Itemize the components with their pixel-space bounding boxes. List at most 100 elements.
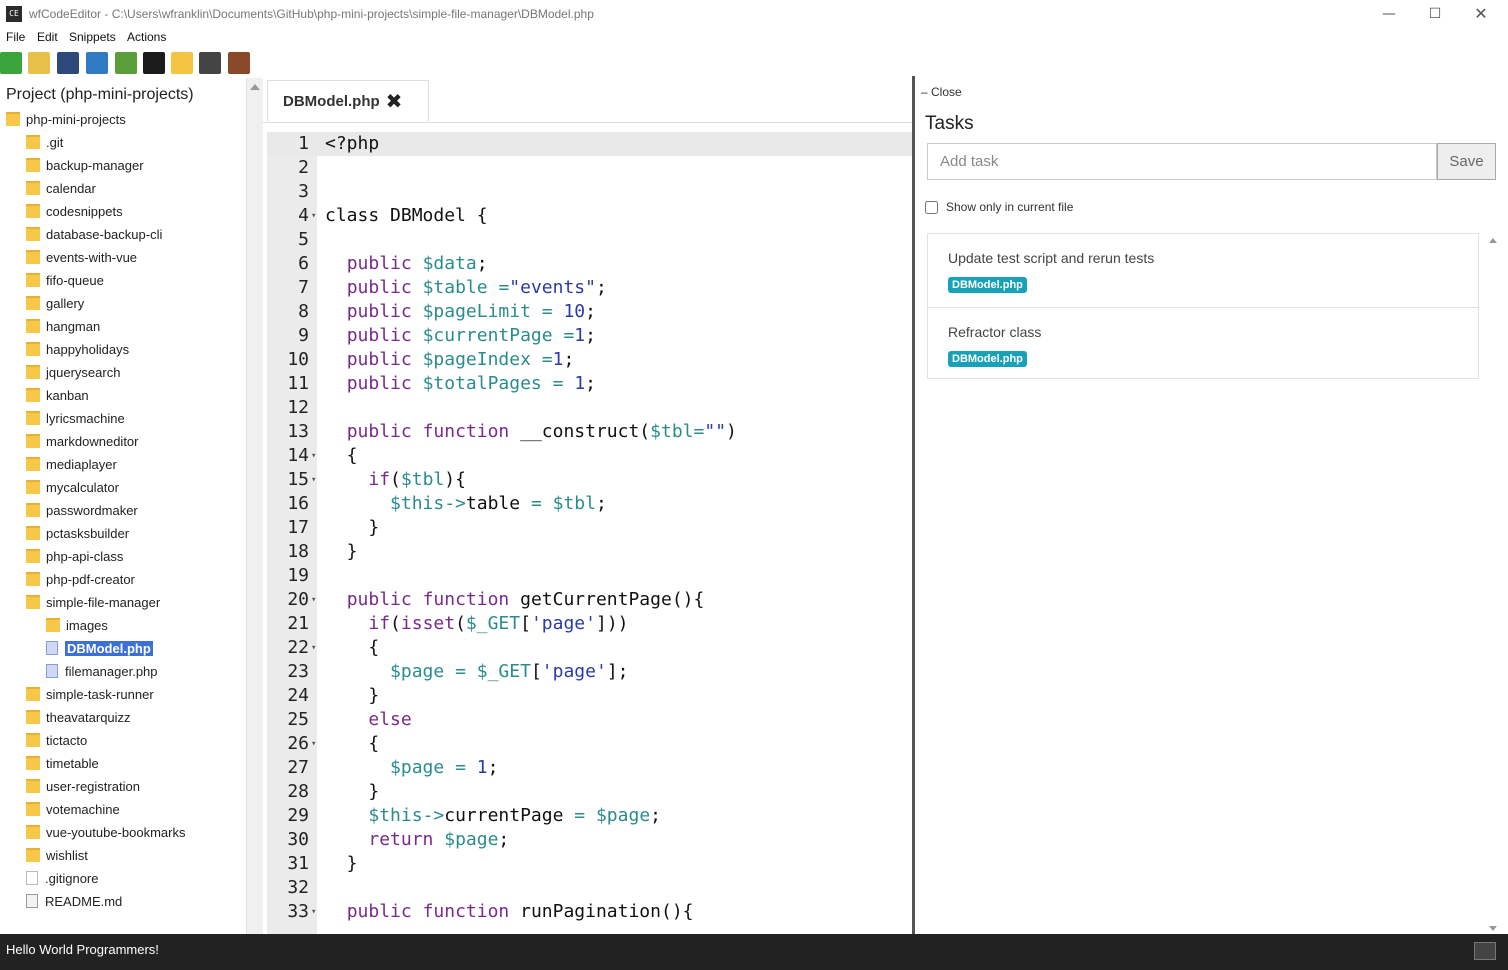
code-line[interactable]: 12 [267,396,913,420]
code-line[interactable]: 30 return $page; [267,828,913,852]
tree-folder[interactable]: .git [26,132,63,152]
fold-arrow-icon[interactable]: ▾ [311,732,316,756]
tree-folder[interactable]: jquerysearch [26,362,120,382]
code-line[interactable]: 25 else [267,708,913,732]
code-line[interactable]: 4 ▾ class DBModel { [267,204,913,228]
menu-file[interactable]: File [6,30,25,44]
tree-folder[interactable]: votemachine [26,799,120,819]
tree-folder[interactable]: simple-task-runner [26,684,154,704]
tree-folder[interactable]: hangman [26,316,100,336]
tree-folder[interactable]: php-mini-projects [6,109,126,129]
code-line[interactable]: 23 $page = $_GET['page']; [267,660,913,684]
code-line[interactable]: 13 public function __construct($tbl="") [267,420,913,444]
tree-folder[interactable]: fifo-queue [26,270,104,290]
tree-folder[interactable]: vue-youtube-bookmarks [26,822,185,842]
close-window-button[interactable]: ✕ [1458,0,1504,28]
fold-arrow-icon[interactable]: ▾ [311,588,316,612]
tree-file[interactable]: README.md [26,891,122,911]
maximize-button[interactable]: ☐ [1412,0,1458,28]
terminal-icon[interactable] [143,52,165,74]
code-line[interactable]: 24 } [267,684,913,708]
tree-folder[interactable]: calendar [26,178,96,198]
tree-folder[interactable]: database-backup-cli [26,224,162,244]
fold-arrow-icon[interactable]: ▾ [311,204,316,228]
code-line[interactable]: 17 } [267,516,913,540]
code-line[interactable]: 11 public $totalPages = 1; [267,372,913,396]
code-line[interactable]: 29 $this->currentPage = $page; [267,804,913,828]
tree-folder[interactable]: events-with-vue [26,247,137,267]
save-icon[interactable] [57,52,79,74]
code-line[interactable]: 19 [267,564,913,588]
show-only-current-checkbox[interactable] [925,201,938,214]
books-icon[interactable] [228,52,250,74]
code-line[interactable]: 22 ▾ { [267,636,913,660]
tree-folder[interactable]: gallery [26,293,84,313]
scroll-up-icon[interactable] [250,84,260,90]
code-line[interactable]: 32 [267,876,913,900]
tree-folder[interactable]: tictacto [26,730,87,750]
code-line[interactable]: 33 ▾ public function runPagination(){ [267,900,913,924]
tab-close-icon[interactable]: ✖ [386,89,403,113]
tree-folder[interactable]: passwordmaker [26,500,138,520]
code-line[interactable]: 15 ▾ if($tbl){ [267,468,913,492]
tree-folder[interactable]: php-pdf-creator [26,569,135,589]
tasks-close-button[interactable]: – Close [921,85,962,99]
tree-file[interactable]: DBModel.php [46,638,153,658]
layout-icon[interactable] [115,52,137,74]
code-line[interactable]: 7 public $table ="events"; [267,276,913,300]
save-task-button[interactable]: Save [1437,143,1496,180]
scroll-up-icon[interactable] [1489,238,1497,243]
tree-folder[interactable]: user-registration [26,776,140,796]
code-line[interactable]: 16 $this->table = $tbl; [267,492,913,516]
code-line[interactable]: 31 } [267,852,913,876]
tree-folder[interactable]: lyricsmachine [26,408,125,428]
code-line[interactable]: 9 public $currentPage =1; [267,324,913,348]
tree-file[interactable]: filemanager.php [46,661,158,681]
minimize-button[interactable]: — [1366,0,1412,28]
tree-folder[interactable]: markdowneditor [26,431,139,451]
tree-folder[interactable]: simple-file-manager [26,592,160,612]
tree-folder[interactable]: timetable [26,753,99,773]
code-line[interactable]: 14 ▾ { [267,444,913,468]
task-item[interactable]: Update test script and rerun tests DBMode… [928,234,1478,306]
tree-folder[interactable]: kanban [26,385,89,405]
tree-file[interactable]: .gitignore [26,868,98,888]
tree-folder[interactable]: pctasksbuilder [26,523,129,543]
code-line[interactable]: 5 [267,228,913,252]
add-task-input[interactable] [927,143,1437,180]
code-line[interactable]: 6 public $data; [267,252,913,276]
tree-folder[interactable]: images [46,615,108,635]
code-line[interactable]: 2 [267,156,913,180]
tab-dbmodel[interactable]: DBModel.php ✖ [267,80,429,122]
code-line[interactable]: 1 <?php [267,132,913,156]
menu-actions[interactable]: Actions [127,30,166,44]
code-line[interactable]: 3 [267,180,913,204]
tree-folder[interactable]: mycalculator [26,477,119,497]
menu-snippets[interactable]: Snippets [69,30,116,44]
preview-icon[interactable] [199,52,221,74]
sidebar-scrollbar[interactable] [246,78,263,934]
tasks-scrollbar[interactable] [1486,236,1500,932]
fold-arrow-icon[interactable]: ▾ [311,444,316,468]
task-item[interactable]: Refractor class DBModel.php [928,307,1478,379]
tree-folder[interactable]: codesnippets [26,201,123,221]
tree-folder[interactable]: happyholidays [26,339,129,359]
code-line[interactable]: 10 public $pageIndex =1; [267,348,913,372]
tree-folder[interactable]: wishlist [26,845,88,865]
scroll-down-icon[interactable] [1489,926,1497,931]
tree-folder[interactable]: theavatarquizz [26,707,131,727]
new-file-icon[interactable] [0,52,22,74]
terminal-toggle-icon[interactable] [1474,942,1496,960]
open-folder-icon[interactable] [28,52,50,74]
menu-edit[interactable]: Edit [37,30,58,44]
code-line[interactable]: 27 $page = 1; [267,756,913,780]
code-line[interactable]: 20 ▾ public function getCurrentPage(){ [267,588,913,612]
code-line[interactable]: 21 if(isset($_GET['page'])) [267,612,913,636]
code-line[interactable]: 18 } [267,540,913,564]
fold-arrow-icon[interactable]: ▾ [311,636,316,660]
fold-arrow-icon[interactable]: ▾ [311,900,316,924]
fold-arrow-icon[interactable]: ▾ [311,468,316,492]
code-line[interactable]: 26 ▾ { [267,732,913,756]
globe-icon[interactable] [86,52,108,74]
tree-folder[interactable]: php-api-class [26,546,123,566]
